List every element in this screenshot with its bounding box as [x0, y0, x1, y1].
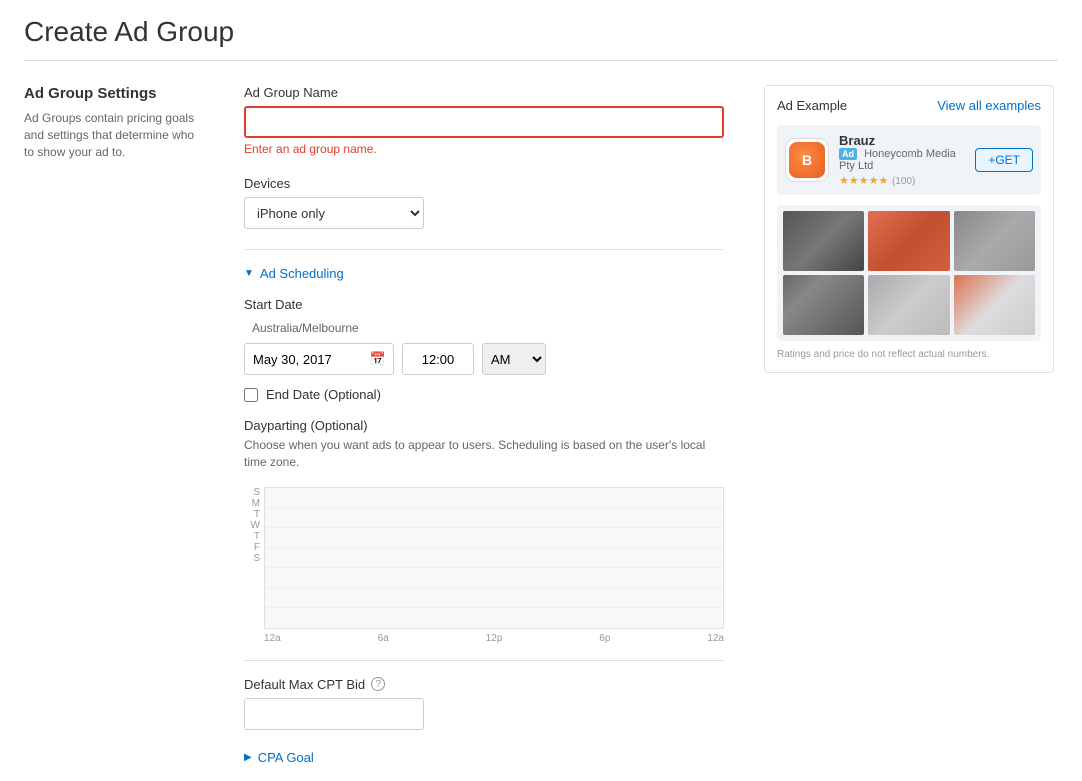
daypart-row-s1: [265, 488, 723, 508]
app-info-row: B Brauz Ad Honeycomb Media Pty Ltd ★★★★★…: [777, 125, 1041, 195]
end-date-row: End Date (Optional): [244, 387, 724, 402]
sidebar-description: Ad Groups contain pricing goals and sett…: [24, 110, 204, 160]
day-bar-t2[interactable]: [265, 568, 723, 587]
view-all-examples-link[interactable]: View all examples: [937, 98, 1041, 113]
start-date-input[interactable]: [244, 343, 394, 375]
ad-group-name-error: Enter an ad group name.: [244, 142, 724, 156]
day-label-s1: S: [244, 487, 264, 498]
left-sidebar: Ad Group Settings Ad Groups contain pric…: [24, 85, 204, 765]
dayparting-desc: Choose when you want ads to appear to us…: [244, 437, 724, 471]
day-bar-t1[interactable]: [265, 528, 723, 547]
daypart-row-t2: [265, 568, 723, 588]
ad-scheduling-toggle[interactable]: ▼ Ad Scheduling: [244, 266, 724, 281]
chevron-down-icon: ▼: [244, 268, 254, 279]
chevron-right-icon: ▶: [244, 752, 252, 763]
screenshot-3: [954, 211, 1035, 271]
end-date-label: End Date (Optional): [266, 387, 381, 402]
time-axis-6p: 6p: [599, 633, 610, 644]
page-container: Create Ad Group Ad Group Settings Ad Gro…: [0, 0, 1082, 781]
app-icon: B: [785, 138, 829, 182]
start-date-row: 📅 AM PM: [244, 343, 724, 375]
ad-example-title: Ad Example: [777, 98, 847, 113]
cpt-bid-input[interactable]: [244, 698, 424, 730]
devices-label: Devices: [244, 176, 724, 191]
cpt-bid-group: Default Max CPT Bid ?: [244, 677, 724, 730]
help-icon: ?: [371, 677, 385, 691]
screenshot-4: [783, 275, 864, 335]
day-label-t1: T: [244, 509, 264, 520]
cpt-bid-label: Default Max CPT Bid: [244, 677, 365, 692]
date-input-wrap: 📅: [244, 343, 394, 375]
app-rating: ★★★★★: [839, 175, 888, 187]
page-divider: [24, 60, 1058, 61]
page-title: Create Ad Group: [24, 16, 1058, 48]
dayparting-title: Dayparting (Optional): [244, 418, 724, 433]
screenshot-grid: [777, 205, 1041, 341]
day-label-w: W: [244, 520, 264, 531]
daypart-grid-wrapper: S M T W T F S: [244, 487, 724, 629]
timezone-label: Australia/Melbourne: [252, 321, 359, 335]
daypart-row-s2: [265, 608, 723, 628]
day-label-t2: T: [244, 531, 264, 542]
ad-group-name-label: Ad Group Name: [244, 85, 724, 100]
day-bar-m[interactable]: [265, 508, 723, 527]
screenshot-6: [954, 275, 1035, 335]
devices-select[interactable]: iPhone only: [244, 197, 424, 229]
section-divider-2: [244, 660, 724, 661]
app-name: Brauz: [839, 133, 965, 148]
ad-scheduling-label: Ad Scheduling: [260, 266, 344, 281]
day-label-s2: S: [244, 553, 264, 564]
daypart-row-w: [265, 548, 723, 568]
ad-group-name-group: Ad Group Name Enter an ad group name.: [244, 85, 724, 156]
cpt-label-row: Default Max CPT Bid ?: [244, 677, 724, 692]
daypart-bars: [264, 487, 724, 629]
ad-group-name-input[interactable]: [244, 106, 724, 138]
screenshot-1: [783, 211, 864, 271]
ad-example-panel: Ad Example View all examples B Brauz Ad …: [764, 85, 1054, 373]
app-rating-row: ★★★★★ (100): [839, 172, 965, 187]
day-label-f: F: [244, 542, 264, 553]
ad-disclaimer: Ratings and price do not reflect actual …: [777, 349, 1041, 360]
time-axis: 12a 6a 12p 6p 12a: [244, 633, 724, 644]
ad-badge: Ad: [839, 148, 857, 160]
day-bar-s1[interactable]: [265, 488, 723, 507]
time-axis-6a: 6a: [378, 633, 389, 644]
cpa-goal-toggle[interactable]: ▶ CPA Goal: [244, 750, 724, 765]
daypart-row-m: [265, 508, 723, 528]
day-label-m: M: [244, 498, 264, 509]
screenshot-5: [868, 275, 949, 335]
time-axis-12a-2: 12a: [707, 633, 724, 644]
app-icon-letter: B: [802, 152, 812, 168]
scheduling-section: Start Date Australia/Melbourne 📅 AM PM: [244, 297, 724, 644]
time-input[interactable]: [402, 343, 474, 375]
daypart-row-t1: [265, 528, 723, 548]
main-layout: Ad Group Settings Ad Groups contain pric…: [24, 85, 1058, 765]
section-divider-1: [244, 249, 724, 250]
day-bar-s2[interactable]: [265, 608, 723, 628]
ampm-select[interactable]: AM PM: [482, 343, 546, 375]
ad-example-header: Ad Example View all examples: [777, 98, 1041, 113]
app-icon-inner: B: [789, 142, 825, 178]
time-axis-12p: 12p: [486, 633, 503, 644]
app-rating-count: (100): [892, 176, 915, 187]
app-publisher-row: Ad Honeycomb Media Pty Ltd: [839, 148, 965, 172]
day-bar-w[interactable]: [265, 548, 723, 567]
devices-group: Devices iPhone only: [244, 176, 724, 229]
day-bar-f[interactable]: [265, 588, 723, 607]
sidebar-section-title: Ad Group Settings: [24, 85, 204, 102]
right-panel: Ad Example View all examples B Brauz Ad …: [764, 85, 1054, 765]
get-button[interactable]: +GET: [975, 148, 1033, 172]
cpa-goal-label: CPA Goal: [258, 750, 314, 765]
time-axis-12a-1: 12a: [264, 633, 281, 644]
app-details: Brauz Ad Honeycomb Media Pty Ltd ★★★★★ (…: [839, 133, 965, 187]
day-labels-column: S M T W T F S: [244, 487, 264, 629]
end-date-checkbox[interactable]: [244, 388, 258, 402]
start-date-label: Start Date: [244, 297, 724, 312]
form-area: Ad Group Name Enter an ad group name. De…: [244, 85, 724, 765]
daypart-row-f: [265, 588, 723, 608]
screenshot-2: [868, 211, 949, 271]
